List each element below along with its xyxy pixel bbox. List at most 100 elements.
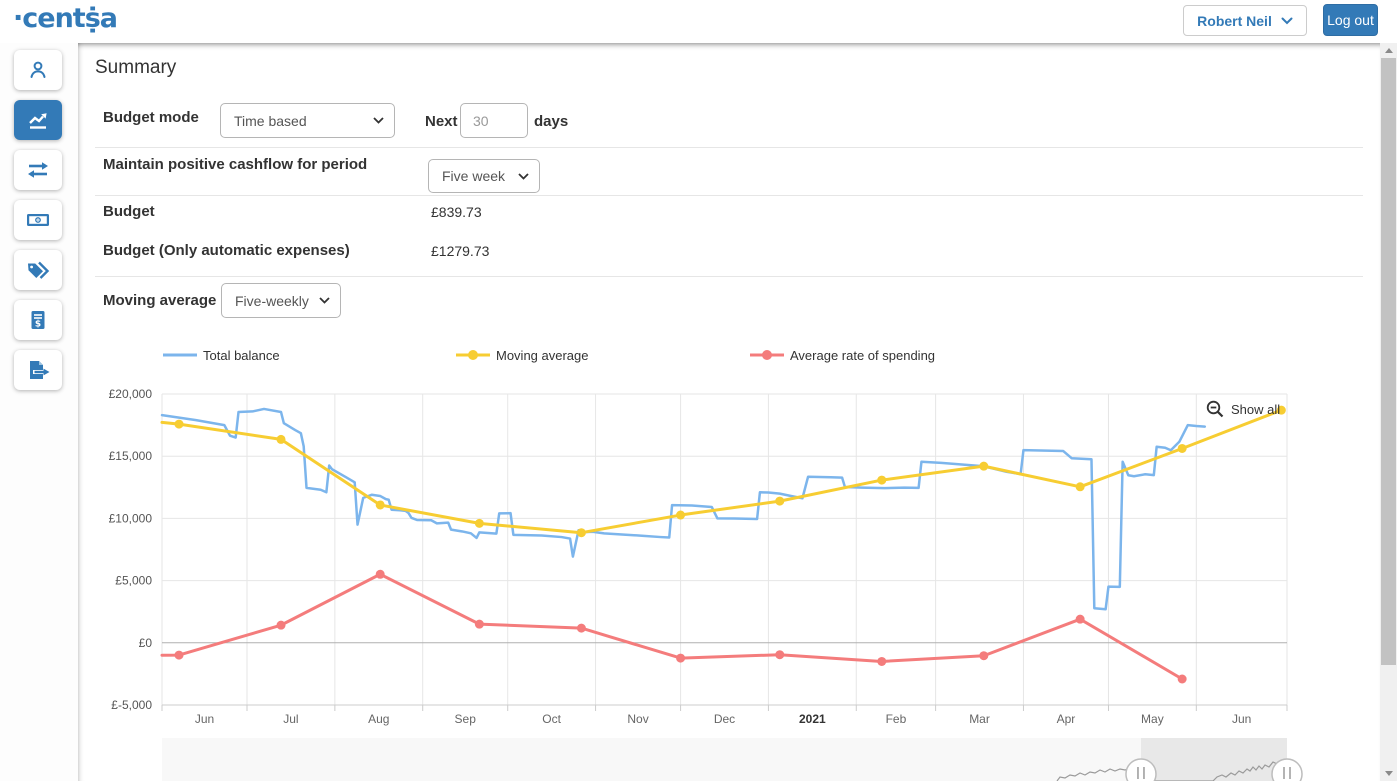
svg-text:Sep: Sep <box>455 712 477 726</box>
budget-auto-label: Budget (Only automatic expenses) <box>103 242 350 259</box>
svg-text:£15,000: £15,000 <box>109 449 153 463</box>
marker-avg_rate_of_spending[interactable] <box>877 656 887 666</box>
moving-average-value: Five-weekly <box>235 292 309 309</box>
page-title: Summary <box>95 57 177 78</box>
legend-line-sample <box>750 350 784 360</box>
user-icon <box>30 61 46 78</box>
svg-text:Jul: Jul <box>283 712 298 726</box>
next-days-input[interactable] <box>460 103 528 138</box>
chart-line-icon <box>29 113 47 129</box>
marker-moving_average[interactable] <box>474 518 484 528</box>
marker-moving_average[interactable] <box>877 475 887 485</box>
svg-text:May: May <box>1141 712 1164 726</box>
zoom-out-icon <box>1206 400 1224 418</box>
logout-button[interactable]: Log out <box>1323 4 1378 36</box>
vertical-scrollbar[interactable] <box>1380 43 1397 781</box>
sidebar-item-transactions[interactable] <box>14 150 62 190</box>
legend-line-sample <box>163 353 197 357</box>
chevron-down-icon <box>319 297 330 304</box>
invoice-dollar-icon: $ <box>31 311 45 330</box>
triangle-up-icon <box>1384 48 1393 53</box>
cashflow-period-select[interactable]: Five week <box>428 159 540 193</box>
marker-avg_rate_of_spending[interactable] <box>474 619 484 629</box>
budget-mode-label: Budget mode <box>103 109 199 126</box>
marker-avg_rate_of_spending[interactable] <box>1177 674 1187 684</box>
svg-text:Apr: Apr <box>1057 712 1076 726</box>
app-header: ·centṩa Robert Neil Log out <box>0 0 1397 43</box>
budget-mode-select[interactable]: Time based <box>220 103 395 138</box>
tags-icon <box>28 261 50 279</box>
series-avg_rate_of_spending <box>160 572 1184 681</box>
main-content: Summary Budget mode Time based Next days… <box>78 43 1380 781</box>
days-label: days <box>534 113 569 130</box>
budget-value: £839.73 <box>431 204 482 220</box>
svg-text:Jun: Jun <box>195 712 214 726</box>
cashflow-label: Maintain positive cashflow for period <box>103 156 368 173</box>
app-logo[interactable]: ·centṩa <box>13 3 118 34</box>
show-all-button[interactable]: Show all <box>1206 400 1280 419</box>
svg-text:Feb: Feb <box>886 712 907 726</box>
svg-text:Jun: Jun <box>1232 712 1251 726</box>
chevron-down-icon <box>1281 17 1293 24</box>
navigator-window[interactable] <box>1140 738 1287 781</box>
budget-label: Budget <box>103 203 155 220</box>
sidebar-item-summary[interactable] <box>14 100 62 140</box>
svg-text:Nov: Nov <box>627 712 648 726</box>
moving-average-select[interactable]: Five-weekly <box>221 283 341 318</box>
file-export-icon <box>30 361 51 379</box>
triangle-down-icon <box>1384 771 1393 776</box>
marker-avg_rate_of_spending[interactable] <box>676 653 686 663</box>
navigator-handle-left[interactable] <box>1125 758 1157 781</box>
svg-text:$: $ <box>35 320 41 330</box>
marker-moving_average[interactable] <box>576 528 586 538</box>
marker-avg_rate_of_spending[interactable] <box>375 569 385 579</box>
banknote-icon <box>27 214 49 226</box>
svg-text:£20,000: £20,000 <box>109 387 153 401</box>
sidebar-item-money[interactable] <box>14 200 62 240</box>
series-total_balance <box>160 407 1207 611</box>
svg-text:£-5,000: £-5,000 <box>111 698 152 712</box>
balance-chart-svg[interactable]: £20,000 £15,000 £10,000 £5,000 £0 £-5,000 Jun J… <box>95 385 1330 781</box>
marker-moving_average[interactable] <box>174 419 184 429</box>
sidebar: $ <box>0 43 78 781</box>
cashflow-period-value: Five week <box>442 168 506 184</box>
marker-moving_average[interactable] <box>375 500 385 510</box>
marker-avg_rate_of_spending[interactable] <box>1075 614 1085 624</box>
user-name: Robert Neil <box>1197 12 1272 29</box>
marker-moving_average[interactable] <box>276 434 286 444</box>
marker-avg_rate_of_spending[interactable] <box>276 620 286 630</box>
chevron-down-icon <box>518 172 529 180</box>
svg-text:Mar: Mar <box>969 712 990 726</box>
marker-moving_average[interactable] <box>1177 443 1187 453</box>
svg-text:£10,000: £10,000 <box>109 511 153 525</box>
legend-item-moving-average[interactable]: Moving average <box>456 347 589 363</box>
sidebar-item-invoices[interactable]: $ <box>14 300 62 340</box>
scrollbar-down-arrow[interactable] <box>1380 766 1397 781</box>
marker-avg_rate_of_spending[interactable] <box>979 651 989 661</box>
marker-moving_average[interactable] <box>676 510 686 520</box>
sidebar-item-tags[interactable] <box>14 250 62 290</box>
marker-avg_rate_of_spending[interactable] <box>775 650 785 660</box>
marker-moving_average[interactable] <box>775 496 785 506</box>
next-label: Next <box>425 113 458 130</box>
scrollbar-thumb[interactable] <box>1381 58 1396 665</box>
legend-item-total-balance[interactable]: Total balance <box>163 347 280 363</box>
moving-average-label: Moving average <box>103 292 217 309</box>
series-moving_average <box>160 408 1283 535</box>
legend-item-avg-spending[interactable]: Average rate of spending <box>750 347 935 363</box>
marker-moving_average[interactable] <box>979 461 989 471</box>
svg-text:Dec: Dec <box>714 712 735 726</box>
marker-avg_rate_of_spending[interactable] <box>576 623 586 633</box>
sidebar-item-export[interactable] <box>14 350 62 390</box>
sidebar-item-profile[interactable] <box>14 50 62 90</box>
transfers-icon <box>28 162 48 178</box>
navigator-handle-right[interactable] <box>1271 758 1303 781</box>
user-menu[interactable]: Robert Neil <box>1183 5 1307 36</box>
chevron-down-icon <box>373 117 384 124</box>
svg-text:£0: £0 <box>139 636 153 650</box>
marker-avg_rate_of_spending[interactable] <box>174 650 184 660</box>
chart-navigator[interactable] <box>162 738 1287 781</box>
budget-auto-value: £1279.73 <box>431 243 490 259</box>
marker-moving_average[interactable] <box>1075 482 1085 492</box>
scrollbar-up-arrow[interactable] <box>1380 43 1397 58</box>
